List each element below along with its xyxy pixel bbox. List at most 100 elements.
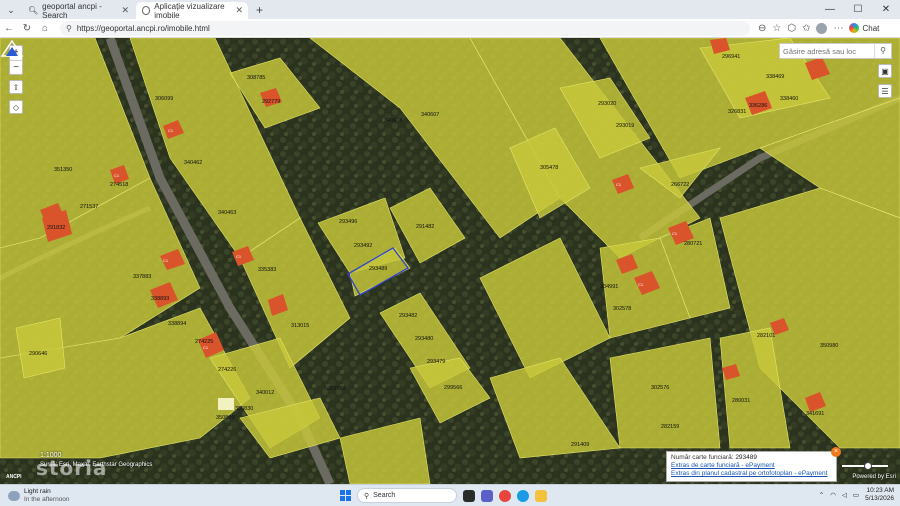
parcel-label: 340608 [384, 118, 402, 124]
parcel-label: 335383 [258, 267, 276, 273]
parcel[interactable] [15, 317, 66, 379]
profile-avatar[interactable] [816, 22, 828, 34]
tab-imobile[interactable]: Aplicaţie vizualizare imobile ✕ [136, 1, 248, 20]
tab-search[interactable]: 🔍︎ geoportal ancpi - Search ✕ [22, 2, 134, 20]
cf-line: Număr carte funciară: 293489 [671, 454, 832, 461]
parcel-label: 291409 [571, 442, 589, 448]
parcel-label: 293020 [598, 101, 616, 107]
locate-button[interactable]: ◇ [9, 100, 23, 114]
taskbar-search[interactable]: ⚲ Search [357, 488, 457, 503]
parcel-label: 313015 [291, 323, 309, 329]
chrome-icon[interactable] [499, 489, 511, 502]
extras-carte-funciara-link[interactable]: Extras de carte funciară - ePayment [671, 462, 832, 469]
maximize-button[interactable]: ☐ [844, 0, 872, 19]
window-controls: — ☐ ✕ [816, 0, 900, 19]
parcel-label: 306099 [155, 96, 173, 102]
address-bar-row: ← ↻ ⌂ ⚲ https://geoportal.ancpi.ro/imobi… [0, 19, 900, 38]
parcel-label: 290646 [29, 351, 47, 357]
close-tab-icon[interactable]: ✕ [235, 5, 243, 16]
chat-button[interactable]: Chat [849, 23, 879, 33]
parcel-label: 308785 [247, 75, 265, 81]
basemap-button[interactable]: ▣ [878, 64, 892, 78]
reload-button[interactable]: ↻ [18, 23, 36, 34]
weather-title: Light rain [24, 487, 51, 495]
tab-title: Aplicaţie vizualizare imobile [154, 1, 225, 20]
parcel-label: 341691 [806, 411, 824, 417]
file-explorer-icon[interactable] [535, 489, 547, 502]
building-white [218, 398, 234, 410]
windows-taskbar: Light rain In the afternoon ⚲ Search ⌃ ◠… [0, 484, 900, 506]
map-view[interactable]: 293489 293496 293492 291482 293482 29348… [0, 38, 900, 484]
back-button[interactable]: ← [0, 23, 18, 34]
svg-text:C1: C1 [616, 182, 622, 187]
tab-strip: ⌄ 🔍︎ geoportal ancpi - Search ✕ Aplicaţi… [0, 0, 900, 20]
zoom-icon[interactable]: ⊖ [758, 23, 766, 34]
parcel-label: 291832 [47, 225, 65, 231]
parcel[interactable] [609, 337, 721, 449]
home-button[interactable]: ⌂ [36, 23, 54, 34]
compass-button[interactable]: ⇧ [9, 80, 23, 94]
parcel-label: 350829 [216, 415, 234, 421]
svg-text:C1: C1 [203, 345, 209, 350]
cf-value: 293489 [735, 454, 758, 461]
layers-list-button[interactable]: ☰ [878, 84, 892, 98]
parcel-label: 336286 [749, 103, 767, 109]
parcel-label: 293492 [354, 243, 372, 249]
svg-text:C1: C1 [236, 254, 242, 259]
minimize-button[interactable]: — [816, 0, 844, 19]
ancpi-logo [0, 39, 24, 57]
chevron-up-icon[interactable]: ⌃ [819, 491, 824, 499]
battery-icon[interactable]: ▭ [853, 491, 859, 499]
chat-label: Chat [862, 23, 880, 33]
tab-list-button[interactable]: ⌄ [2, 2, 20, 19]
list-icon: ☰ [881, 87, 889, 96]
parcel-label: 302576 [651, 385, 669, 391]
parcel-label: 280721 [684, 241, 702, 247]
extension-icon[interactable]: ⬡ [787, 23, 796, 34]
edge-icon[interactable] [517, 489, 529, 502]
zoom-out-button[interactable]: − [10, 60, 22, 74]
taskbar-search-label: Search [373, 492, 396, 499]
parcel-label: 282101 [757, 333, 775, 339]
search-button[interactable]: ⚲ [874, 44, 891, 58]
parcel-label: 351350 [54, 167, 72, 173]
popup-close-button[interactable]: × [831, 447, 841, 457]
opacity-slider-handle[interactable] [864, 462, 872, 470]
parcel-label: 338894 [168, 321, 186, 327]
site-info-icon[interactable]: ⚲ [66, 24, 72, 33]
extras-plan-cadastral-link[interactable]: Extras din planul cadastral pe ortofotop… [671, 470, 832, 477]
globe-icon [142, 6, 151, 15]
new-tab-button[interactable]: + [248, 2, 271, 19]
parcel-label: 334991 [600, 284, 618, 290]
close-window-button[interactable]: ✕ [872, 0, 900, 19]
parcel-label: 340462 [184, 160, 202, 166]
more-menu-icon[interactable]: ⋯ [833, 23, 843, 34]
parcel-label: 293480 [415, 336, 433, 342]
volume-icon[interactable]: ◁ [842, 491, 847, 499]
wifi-icon[interactable]: ◠ [830, 491, 836, 499]
close-tab-icon[interactable]: ✕ [121, 5, 129, 16]
system-tray: ⌃ ◠ ◁ ▭ 10:23 AM 5/13/2026 [819, 487, 894, 503]
cf-label: Număr carte funciară: [671, 454, 734, 461]
toolbar-icons: ⊖ ☆ ⬡ ✩ ⋯ [758, 22, 843, 34]
parcel-label: 274518 [110, 182, 128, 188]
address-search-input[interactable] [780, 44, 874, 58]
compass-icon: ⇧ [12, 83, 20, 92]
parcel-label: 292779 [262, 99, 280, 105]
start-button[interactable] [340, 490, 351, 501]
clock[interactable]: 10:23 AM 5/13/2026 [865, 487, 894, 503]
parcel-label: 350980 [820, 343, 838, 349]
weather-widget[interactable]: Light rain In the afternoon [8, 488, 158, 504]
teams-icon[interactable] [481, 489, 493, 502]
favorite-star-icon[interactable]: ☆ [772, 23, 781, 34]
favorites-icon[interactable]: ✩ [802, 23, 810, 34]
parcel-label: 280031 [732, 398, 750, 404]
parcel-label: 305478 [540, 165, 558, 171]
parcel-info-popup: Număr carte funciară: 293489 Extras de c… [666, 447, 841, 482]
parcel-label: 293482 [399, 313, 417, 319]
task-view-icon[interactable] [463, 489, 475, 502]
url-field[interactable]: ⚲ https://geoportal.ancpi.ro/imobile.htm… [60, 20, 750, 36]
parcel-label: 337883 [133, 274, 151, 280]
map-canvas[interactable]: 293489 293496 293492 291482 293482 29348… [0, 38, 900, 484]
clock-time: 10:23 AM [866, 487, 894, 494]
